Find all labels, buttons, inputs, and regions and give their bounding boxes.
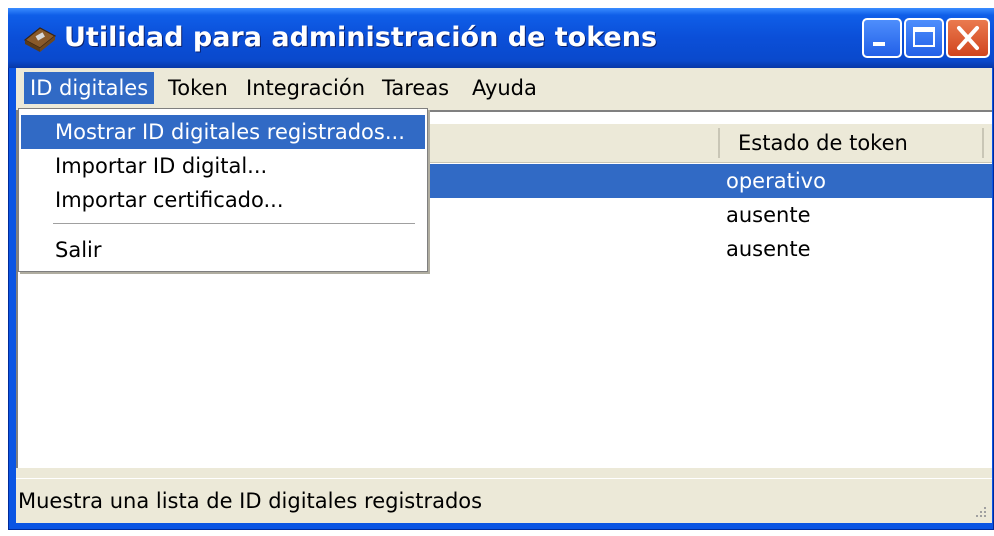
- minimize-icon: [873, 42, 885, 46]
- menu-item-importar-id-digital[interactable]: Importar ID digital...: [21, 149, 425, 183]
- token-status-cell: ausente: [726, 237, 811, 261]
- resize-grip-icon[interactable]: [972, 503, 988, 519]
- column-header-estado[interactable]: Estado de token: [738, 124, 908, 162]
- column-divider[interactable]: [718, 128, 720, 158]
- menu-id-digitales[interactable]: ID digitales: [24, 72, 155, 104]
- menu-item-mostrar-id-digitales[interactable]: Mostrar ID digitales registrados...: [21, 115, 425, 149]
- menu-item-importar-certificado[interactable]: Importar certificado...: [21, 183, 425, 217]
- menu-item-salir[interactable]: Salir: [21, 233, 425, 267]
- status-text: Muestra una lista de ID digitales regist…: [18, 489, 483, 513]
- minimize-button[interactable]: [862, 18, 902, 58]
- column-divider[interactable]: [982, 128, 984, 158]
- menu-ayuda[interactable]: Ayuda: [472, 72, 537, 104]
- maximize-icon: [913, 27, 935, 47]
- maximize-button[interactable]: [904, 18, 944, 58]
- menu-integracion[interactable]: Integración: [246, 72, 365, 104]
- menu-tareas[interactable]: Tareas: [382, 72, 449, 104]
- menu-bar: ID digitales Token Integración Tareas Ay…: [16, 68, 992, 108]
- title-bar[interactable]: Utilidad para administración de tokens: [8, 8, 994, 68]
- id-digitales-dropdown-menu: Mostrar ID digitales registrados... Impo…: [18, 108, 428, 272]
- window-title: Utilidad para administración de tokens: [64, 22, 658, 53]
- menu-separator: [53, 223, 415, 225]
- close-icon: [957, 26, 979, 50]
- status-bar: Muestra una lista de ID digitales regist…: [16, 478, 992, 523]
- token-app-icon: [23, 27, 57, 52]
- menu-token[interactable]: Token: [168, 72, 228, 104]
- close-button[interactable]: [946, 18, 990, 58]
- token-status-cell: ausente: [726, 203, 811, 227]
- token-status-cell: operativo: [726, 169, 826, 193]
